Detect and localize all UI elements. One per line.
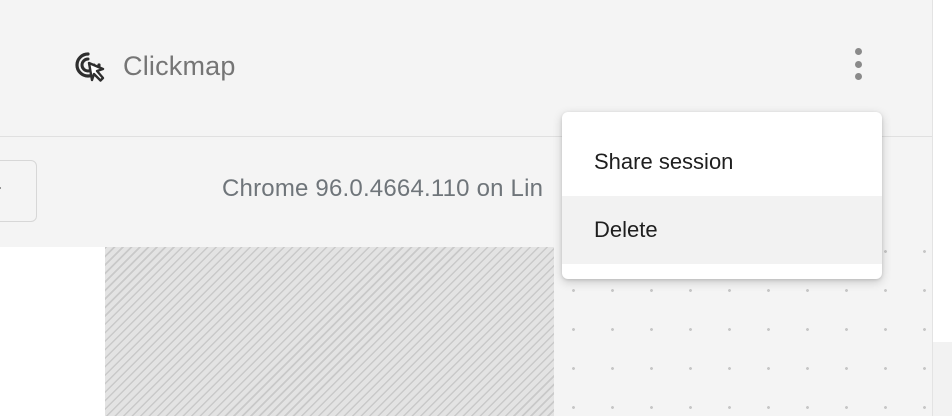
browser-info-text: Chrome 96.0.4664.110 on Lin [222,175,544,202]
menu-item-share-session[interactable]: Share session [562,128,882,196]
viewport-overlay [105,247,554,416]
menu-item-delete[interactable]: Delete [562,196,882,264]
page-preview-panel [0,247,105,416]
right-scroll-edge [932,0,952,416]
scrollbar-thumb[interactable] [933,342,952,416]
brand-label: Clickmap [123,50,236,81]
view-select[interactable] [0,160,37,222]
cursor-click-icon [72,48,108,84]
more-options-button[interactable] [846,44,870,84]
brand: Clickmap [72,48,236,84]
kebab-dot-icon [854,73,862,80]
session-options-menu: Share session Delete [562,112,882,279]
kebab-dot-icon [854,60,862,68]
chevron-down-icon [0,180,2,196]
kebab-dot-icon [854,48,862,55]
page: Clickmap Chrome 96.0.4664.110 on Lin Sha… [0,0,952,416]
